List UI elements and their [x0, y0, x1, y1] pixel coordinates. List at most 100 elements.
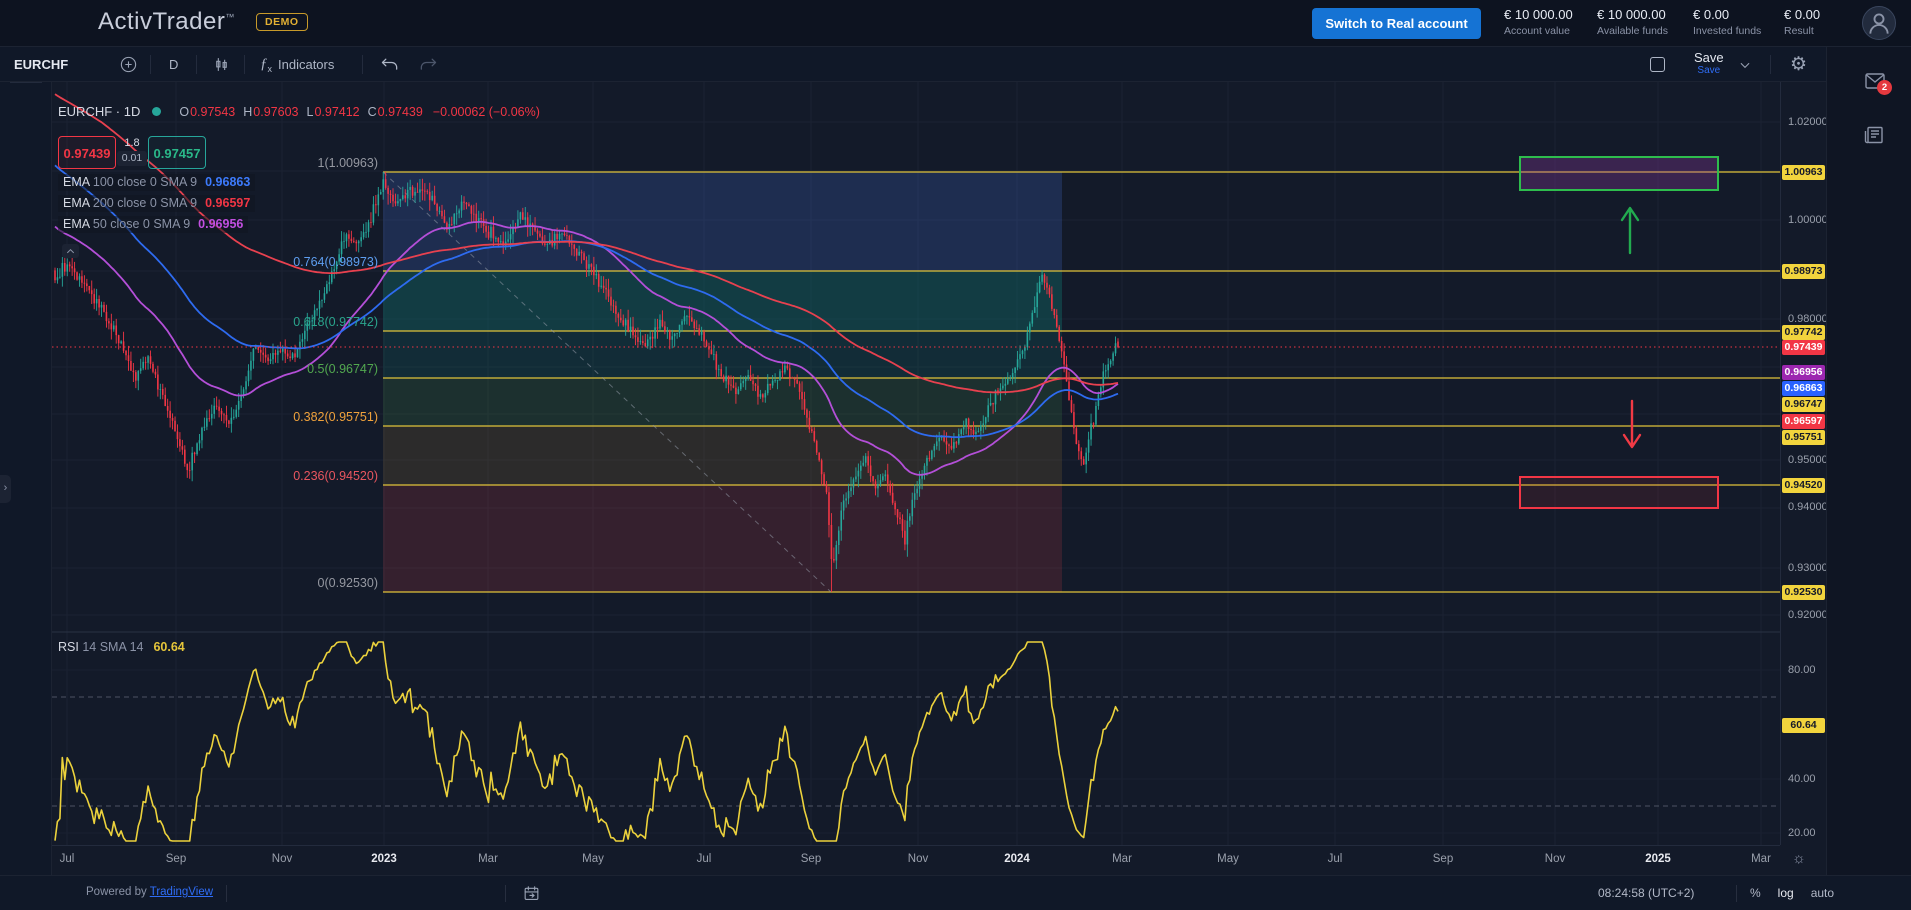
user-avatar[interactable]	[1862, 6, 1896, 40]
close-value: 0.97439	[378, 105, 423, 119]
divider	[1736, 885, 1737, 902]
news-icon[interactable]	[1863, 123, 1887, 152]
divider	[362, 55, 363, 74]
switch-to-real-account-button[interactable]: Switch to Real account	[1312, 8, 1481, 39]
fib-level-label: 0.618(0.97742)	[152, 315, 378, 329]
watchlist-expand-handle[interactable]: ›	[0, 475, 11, 503]
divider	[226, 885, 227, 902]
fx-icon: ƒx	[260, 56, 272, 74]
result-label: Result	[1784, 25, 1820, 37]
fib-level-label: 0.5(0.96747)	[152, 362, 378, 376]
time-tick: Jul	[1328, 853, 1343, 865]
time-tick: Nov	[272, 853, 292, 865]
save-button[interactable]: Save Save	[1694, 47, 1724, 82]
tradingview-link[interactable]: TradingView	[150, 886, 213, 898]
legend-symbol-interval[interactable]: EURCHF · 1D	[58, 104, 140, 119]
pip-value: 0.01	[117, 151, 147, 166]
time-tick: Sep	[1433, 853, 1453, 865]
indicators-button[interactable]: ƒx Indicators	[260, 47, 334, 82]
open-label: O	[179, 105, 189, 119]
log-scale-button[interactable]: log	[1778, 886, 1794, 900]
symbol-button[interactable]: EURCHF	[14, 47, 68, 82]
time-tick: Nov	[1545, 853, 1565, 865]
account-value: € 10 000.00	[1504, 7, 1573, 22]
footer-bar: Powered by TradingView 08:24:58 (UTC+2) …	[0, 875, 1911, 910]
ema-50-legend[interactable]: EMA 50 close 0 SMA 90.96956	[58, 216, 248, 233]
chart-legend: EURCHF · 1D O0.97543 H0.97603 L0.97412 C…	[58, 104, 540, 119]
change-value: −0.00062 (−0.06%)	[433, 105, 540, 119]
rsi-tick: 20.00	[1788, 827, 1816, 839]
time-tick: May	[1217, 853, 1239, 865]
rsi-line[interactable]	[55, 642, 1118, 841]
auto-scale-button[interactable]: auto	[1811, 886, 1834, 900]
brand-logo: ActivTrader™	[98, 8, 235, 36]
price-badge: 0.95751	[1782, 430, 1825, 445]
ema-value: 0.96863	[205, 175, 250, 189]
spread-value: 1.8	[116, 137, 148, 149]
support-zone-rect[interactable]	[1520, 477, 1718, 508]
trademark: ™	[225, 12, 235, 22]
time-tick: 2024	[1004, 853, 1030, 865]
price-badge: 0.96747	[1782, 397, 1825, 412]
time-tick: May	[582, 853, 604, 865]
price-badge: 0.97742	[1782, 325, 1825, 340]
rsi-tick: 80.00	[1788, 664, 1816, 676]
right-sidebar: 2	[1826, 47, 1911, 875]
chart-style-icon[interactable]	[212, 47, 231, 82]
available-funds-stat: € 10 000.00 Available funds	[1597, 7, 1668, 37]
mail-unread-badge: 2	[1877, 80, 1892, 95]
divider	[196, 55, 197, 74]
available-funds: € 10 000.00	[1597, 7, 1668, 22]
fib-level-label: 0.382(0.95751)	[152, 410, 378, 424]
price-tick: 0.93000	[1788, 562, 1828, 574]
ema-100-legend[interactable]: EMA 100 close 0 SMA 90.96863	[58, 174, 255, 191]
price-tick: 0.92000	[1788, 609, 1828, 621]
invested-funds: € 0.00	[1693, 7, 1761, 22]
time-tick: Mar	[1751, 853, 1771, 865]
time-axis[interactable]: JulSepNov2023MarMayJulSepNov2024MarMayJu…	[52, 845, 1780, 875]
drawing-shapes[interactable]	[1520, 157, 1718, 508]
high-value: 0.97603	[253, 105, 298, 119]
rsi-pane	[52, 642, 1780, 841]
redo-icon[interactable]	[418, 47, 438, 82]
scale-options: % log auto	[1750, 886, 1834, 900]
invested-funds-label: Invested funds	[1693, 25, 1761, 37]
chart-area[interactable]: EURCHF · 1D O0.97543 H0.97603 L0.97412 C…	[52, 82, 1826, 875]
time-tick: Sep	[166, 853, 186, 865]
price-axis[interactable]: 1.020001.000000.980000.950000.940000.930…	[1780, 82, 1826, 845]
add-symbol-icon[interactable]	[119, 47, 138, 82]
time-tick: Mar	[1112, 853, 1132, 865]
top-bar: ActivTrader™ DEMO Switch to Real account…	[0, 0, 1911, 47]
divider	[1770, 55, 1771, 74]
percent-scale-button[interactable]: %	[1750, 886, 1761, 900]
ema-value: 0.96956	[198, 217, 243, 231]
rsi-legend[interactable]: RSI 14 SMA 1460.64	[58, 640, 185, 654]
high-label: H	[243, 105, 252, 119]
price-badge: 0.96956	[1782, 365, 1825, 380]
resistance-zone-rect[interactable]	[1520, 157, 1718, 190]
go-to-date-icon[interactable]	[522, 884, 541, 908]
time-tick: Nov	[908, 853, 928, 865]
arrow-up-annotation[interactable]	[1622, 208, 1638, 253]
ema-200-legend[interactable]: EMA 200 close 0 SMA 90.96597	[58, 195, 255, 212]
sell-bid-button[interactable]: 0.97439	[58, 136, 116, 169]
price-badge: 0.94520	[1782, 478, 1825, 493]
divider	[10, 82, 42, 83]
account-value-label: Account value	[1504, 25, 1573, 37]
arrow-down-annotation[interactable]	[1624, 401, 1640, 447]
legend-collapse-chevron[interactable]	[62, 244, 79, 258]
theme-sun-icon[interactable]: ☼	[1792, 850, 1806, 867]
undo-icon[interactable]	[380, 47, 400, 82]
fib-level-label: 0.764(0.98973)	[152, 255, 378, 269]
rsi-badge: 60.64	[1782, 718, 1825, 733]
layout-box-icon[interactable]	[1650, 47, 1665, 82]
mail-icon[interactable]: 2	[1863, 69, 1887, 98]
clock: 08:24:58 (UTC+2)	[1598, 886, 1694, 900]
time-tick: Mar	[478, 853, 498, 865]
settings-gear-icon[interactable]: ⚙	[1790, 47, 1807, 82]
available-funds-label: Available funds	[1597, 25, 1668, 37]
price-badge: 0.92530	[1782, 585, 1825, 600]
interval-button[interactable]: D	[169, 47, 178, 82]
chevron-down-icon[interactable]	[1738, 47, 1752, 82]
time-tick: 2025	[1645, 853, 1671, 865]
